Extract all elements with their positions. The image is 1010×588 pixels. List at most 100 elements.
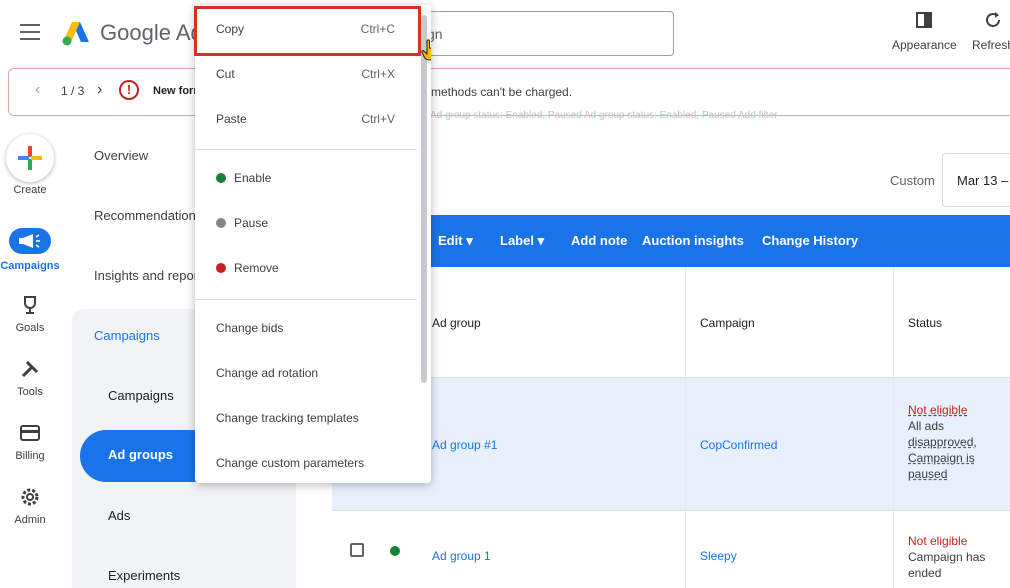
menu-item-change-custom-parameters[interactable]: Change custom parameters xyxy=(195,442,417,483)
rail-label-admin: Admin xyxy=(14,514,46,526)
menu-item-enable[interactable]: Enable xyxy=(195,157,417,201)
date-range-label: Custom xyxy=(890,173,935,188)
gear-icon xyxy=(21,488,39,506)
status-detail-2: ended xyxy=(908,566,942,580)
date-range-picker[interactable]: Mar 13 – xyxy=(942,153,1010,207)
ad-groups-table: Ad group Campaign Status Ad group #1 Cop… xyxy=(332,267,1010,588)
status-detail-4: paused xyxy=(908,467,948,481)
menu-label-paste: Paste xyxy=(216,112,247,126)
menu-scrollbar-thumb[interactable] xyxy=(421,15,427,383)
label-label: Label xyxy=(500,233,534,248)
banner-message-text: methods can't be charged. xyxy=(431,85,573,99)
menu-label-change-bids: Change bids xyxy=(216,321,284,335)
appearance-button[interactable]: Appearance xyxy=(892,10,957,52)
context-menu: Copy Ctrl+C Cut Ctrl+X Paste Ctrl+V Enab… xyxy=(195,5,431,483)
menu-divider xyxy=(195,299,417,300)
caret-down-icon: ▾ xyxy=(466,233,473,248)
status-detail-1: Campaign has xyxy=(908,550,986,564)
row-checkbox[interactable] xyxy=(350,543,364,557)
change-history-button[interactable]: Change History xyxy=(762,233,858,248)
menu-label-change-ad-rotation: Change ad rotation xyxy=(216,366,319,380)
edit-label: Edit xyxy=(438,233,463,248)
left-rail: Create Campaigns Goals Tools Billing Adm… xyxy=(0,120,60,588)
menu-label-remove: Remove xyxy=(234,261,279,275)
plus-icon xyxy=(18,146,42,170)
menu-item-pause[interactable]: Pause xyxy=(195,202,417,246)
menu-item-cut[interactable]: Cut Ctrl+X xyxy=(195,53,417,97)
status-detail-2: disapproved, xyxy=(908,435,977,449)
filter-chips[interactable]: Ad group status: Enabled, Paused Ad grou… xyxy=(430,110,1010,122)
nav-campaigns[interactable]: Campaigns xyxy=(108,388,174,403)
table-row[interactable]: Ad group #1 CopConfirmed Not eligible Al… xyxy=(332,378,1010,511)
column-header-status[interactable]: Status xyxy=(908,316,942,330)
create-button[interactable] xyxy=(6,134,54,182)
menu-label-enable: Enable xyxy=(234,171,272,185)
menu-icon[interactable] xyxy=(20,24,40,40)
enabled-status-icon xyxy=(390,546,400,556)
status-cell: Not eligible All ads disapproved, Campai… xyxy=(908,402,1008,482)
rail-item-billing[interactable]: Billing xyxy=(0,422,60,462)
rail-item-admin[interactable]: Admin xyxy=(0,486,60,526)
rail-label-goals: Goals xyxy=(15,322,45,334)
google-ads-logo xyxy=(62,22,89,46)
menu-item-change-tracking-templates[interactable]: Change tracking templates xyxy=(195,397,417,441)
table-header: Ad group Campaign Status xyxy=(332,267,1010,378)
label-menu-button[interactable]: Label ▾ xyxy=(500,233,544,249)
selection-toolbar: Edit ▾ Label ▾ Add note Auction insights… xyxy=(332,215,1010,267)
tools-icon xyxy=(21,360,39,378)
add-note-button[interactable]: Add note xyxy=(571,233,627,248)
caret-down-icon: ▾ xyxy=(537,233,545,248)
rail-item-campaigns[interactable]: Campaigns xyxy=(0,228,60,272)
status-main[interactable]: Not eligible xyxy=(908,533,1008,549)
refresh-label: Refresh xyxy=(972,38,1010,52)
auction-insights-button[interactable]: Auction insights xyxy=(642,233,744,248)
copy-highlight-box xyxy=(194,6,421,56)
nav-overview[interactable]: Overview xyxy=(94,148,148,163)
ad-group-link[interactable]: Ad group 1 xyxy=(432,549,491,563)
credit-card-icon xyxy=(20,425,40,441)
nav-experiments[interactable]: Experiments xyxy=(108,568,180,583)
nav-recommendations[interactable]: Recommendations xyxy=(94,208,202,223)
menu-item-change-ad-rotation[interactable]: Change ad rotation xyxy=(195,352,417,396)
megaphone-icon xyxy=(9,228,51,254)
banner-counter: 1 / 3 xyxy=(61,84,85,98)
chevron-right-icon[interactable]: › xyxy=(97,81,102,99)
rail-item-goals[interactable]: Goals xyxy=(0,294,60,334)
refresh-button[interactable]: Refresh xyxy=(972,10,1010,52)
nav-ads[interactable]: Ads xyxy=(108,508,130,523)
menu-item-change-bids[interactable]: Change bids xyxy=(195,307,417,351)
status-main[interactable]: Not eligible xyxy=(908,402,1008,418)
shortcut-cut: Ctrl+X xyxy=(361,67,395,81)
chevron-left-icon[interactable]: ‹ xyxy=(35,81,40,99)
nav-ad-groups-label: Ad groups xyxy=(108,447,173,462)
top-bar: Google Ads gn Appearance Refresh xyxy=(0,0,1010,68)
rail-item-tools[interactable]: Tools xyxy=(0,358,60,398)
menu-label-change-custom-parameters: Change custom parameters xyxy=(216,456,365,470)
ad-group-link[interactable]: Ad group #1 xyxy=(432,438,497,452)
search-input[interactable]: gn xyxy=(400,11,674,56)
rail-label-tools: Tools xyxy=(17,386,43,398)
status-cell: Not eligible Campaign has ended xyxy=(908,533,1008,581)
column-header-campaign[interactable]: Campaign xyxy=(700,316,755,330)
appearance-icon xyxy=(916,12,933,28)
rail-label-campaigns: Campaigns xyxy=(0,260,60,272)
remove-icon xyxy=(216,263,226,273)
campaign-link[interactable]: Sleepy xyxy=(700,549,737,563)
table-row[interactable]: Ad group 1 Sleepy Not eligible Campaign … xyxy=(332,511,1010,588)
campaign-link[interactable]: CopConfirmed xyxy=(700,438,777,452)
menu-item-remove[interactable]: Remove xyxy=(195,247,417,291)
status-detail-1: All ads xyxy=(908,419,945,433)
menu-label-cut: Cut xyxy=(216,67,235,81)
nav-insights[interactable]: Insights and reports xyxy=(94,268,208,283)
column-header-ad-group[interactable]: Ad group xyxy=(432,316,481,330)
pause-icon xyxy=(216,218,226,228)
menu-item-paste[interactable]: Paste Ctrl+V xyxy=(195,98,417,142)
rail-label-billing: Billing xyxy=(15,450,45,462)
menu-divider xyxy=(195,149,417,150)
shortcut-paste: Ctrl+V xyxy=(361,112,395,126)
refresh-icon xyxy=(986,12,1001,27)
appearance-label: Appearance xyxy=(892,38,957,52)
edit-menu-button[interactable]: Edit ▾ xyxy=(438,233,473,249)
date-range-value: Mar 13 – xyxy=(957,173,1009,188)
nav-campaigns-group-label[interactable]: Campaigns xyxy=(94,328,160,343)
